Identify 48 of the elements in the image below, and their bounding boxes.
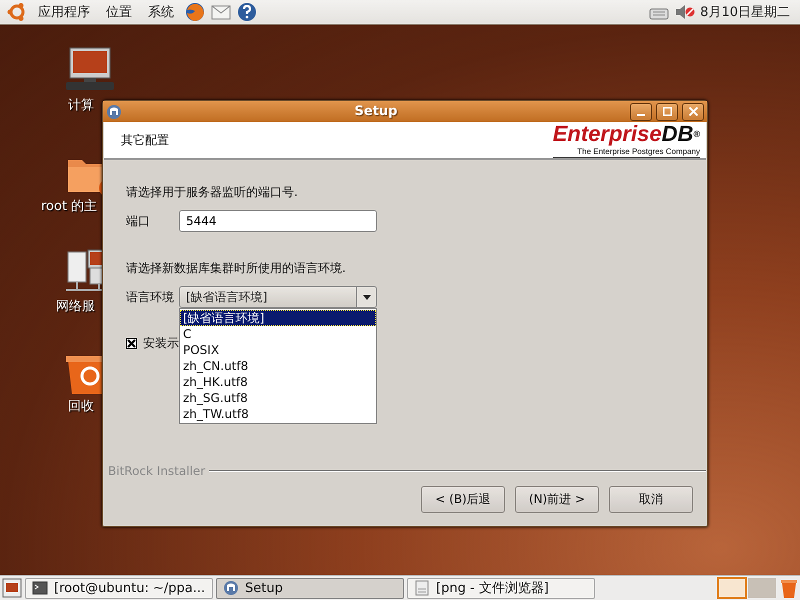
dropdown-option[interactable]: zh_SG.utf8 — [180, 390, 376, 406]
dialog-button[interactable]: (N)前进 > — [515, 486, 599, 513]
dropdown-option[interactable]: POSIX — [180, 342, 376, 358]
locale-label: 语言环境 — [126, 288, 175, 306]
check-cross-icon — [127, 339, 136, 348]
desktop-icon-label[interactable]: root 的主 — [41, 197, 98, 215]
taskbar-task[interactable]: Setup — [216, 578, 404, 598]
close-button[interactable] — [682, 102, 704, 120]
dropdown-option[interactable]: [缺省语言环境] — [180, 310, 376, 326]
caret-icon — [362, 294, 370, 300]
desktop-icon-label[interactable]: 网络服 — [56, 297, 95, 315]
close-icon — [688, 107, 698, 116]
terminal-icon — [32, 580, 48, 596]
window-title: Setup — [354, 104, 398, 119]
desktop-icon-label[interactable]: 回收 — [68, 397, 94, 415]
dropdown-option[interactable]: zh_CN.utf8 — [180, 358, 376, 374]
desktop-icon-label[interactable]: 计算 — [68, 96, 94, 114]
checkbox-label: 安装示 — [143, 335, 179, 352]
computer-icon[interactable] — [64, 46, 116, 92]
dialog-button[interactable]: < (B)后退 — [421, 486, 505, 513]
logo-tagline: The Enterprise Postgres Company — [577, 146, 700, 156]
show-desktop-icon[interactable] — [2, 578, 22, 598]
panel-menu[interactable]: 系统 — [142, 1, 180, 23]
file-cabinet-icon — [414, 580, 430, 596]
page-heading: 其它配置 — [121, 132, 170, 148]
maximize-button[interactable] — [656, 102, 678, 120]
port-prompt: 请选择用于服务器监听的端口号. — [126, 184, 299, 201]
port-field[interactable]: 5444 — [179, 210, 377, 232]
dialog-button[interactable]: 取消 — [609, 486, 693, 513]
checkbox[interactable] — [126, 338, 137, 349]
maximize-icon — [662, 107, 672, 116]
panel-menu[interactable]: 应用程序 — [32, 1, 96, 23]
taskbar-task[interactable]: [png - 文件浏览器] — [407, 578, 595, 598]
dropdown-option[interactable]: C — [180, 326, 376, 342]
volume-muted-icon[interactable] — [674, 3, 696, 21]
locale-prompt: 请选择新数据库集群时所使用的语言环境. — [126, 260, 347, 277]
dropdown-option[interactable]: zh_TW.utf8 — [180, 406, 376, 422]
panel-menu[interactable]: 位置 — [100, 1, 138, 23]
minimize-button[interactable] — [630, 102, 652, 120]
minimize-icon — [637, 114, 645, 116]
dropdown-option[interactable]: zh_HK.utf8 — [180, 374, 376, 390]
taskbar-task[interactable]: [root@ubuntu: ~/ppa... — [25, 578, 213, 598]
installer-brand: BitRock Installer — [108, 464, 206, 478]
clock[interactable]: 8月10日星期二 — [700, 3, 790, 21]
help-icon[interactable] — [236, 1, 258, 23]
port-label: 端口 — [126, 212, 151, 230]
workspace-switcher-icon[interactable] — [717, 577, 777, 599]
company-logo: EnterpriseDB® — [552, 122, 700, 144]
